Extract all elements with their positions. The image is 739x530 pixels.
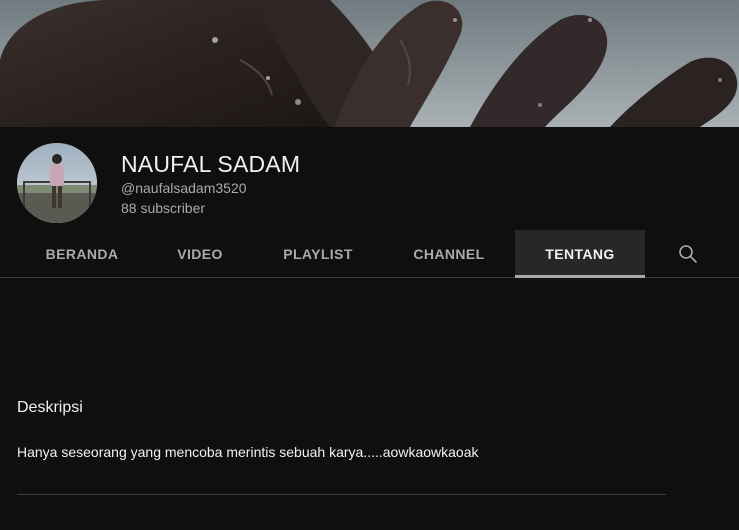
- channel-avatar[interactable]: [17, 143, 97, 223]
- avatar-image: [17, 143, 97, 223]
- channel-banner: [0, 0, 739, 127]
- section-divider: [17, 494, 666, 495]
- subscriber-count: 88 subscriber: [121, 200, 206, 216]
- channel-search-button[interactable]: [672, 239, 704, 269]
- description-text: Hanya seseorang yang mencoba merintis se…: [17, 444, 479, 460]
- channel-handle: @naufalsadam3520: [121, 180, 247, 196]
- channel-name: NAUFAL SADAM: [121, 151, 301, 177]
- channel-page: NAUFAL SADAM @naufalsadam3520 88 subscri…: [0, 0, 739, 530]
- search-icon: [679, 245, 697, 263]
- banner-hand-image: [0, 0, 739, 127]
- tab-beranda[interactable]: BERANDA: [17, 230, 147, 277]
- tab-channel[interactable]: CHANNEL: [383, 230, 515, 277]
- channel-tabs: BERANDA VIDEO PLAYLIST CHANNEL TENTANG: [0, 230, 739, 278]
- description-heading: Deskripsi: [17, 399, 83, 416]
- tab-tentang[interactable]: TENTANG: [515, 230, 645, 278]
- tab-video[interactable]: VIDEO: [147, 230, 253, 277]
- tab-playlist[interactable]: PLAYLIST: [253, 230, 383, 277]
